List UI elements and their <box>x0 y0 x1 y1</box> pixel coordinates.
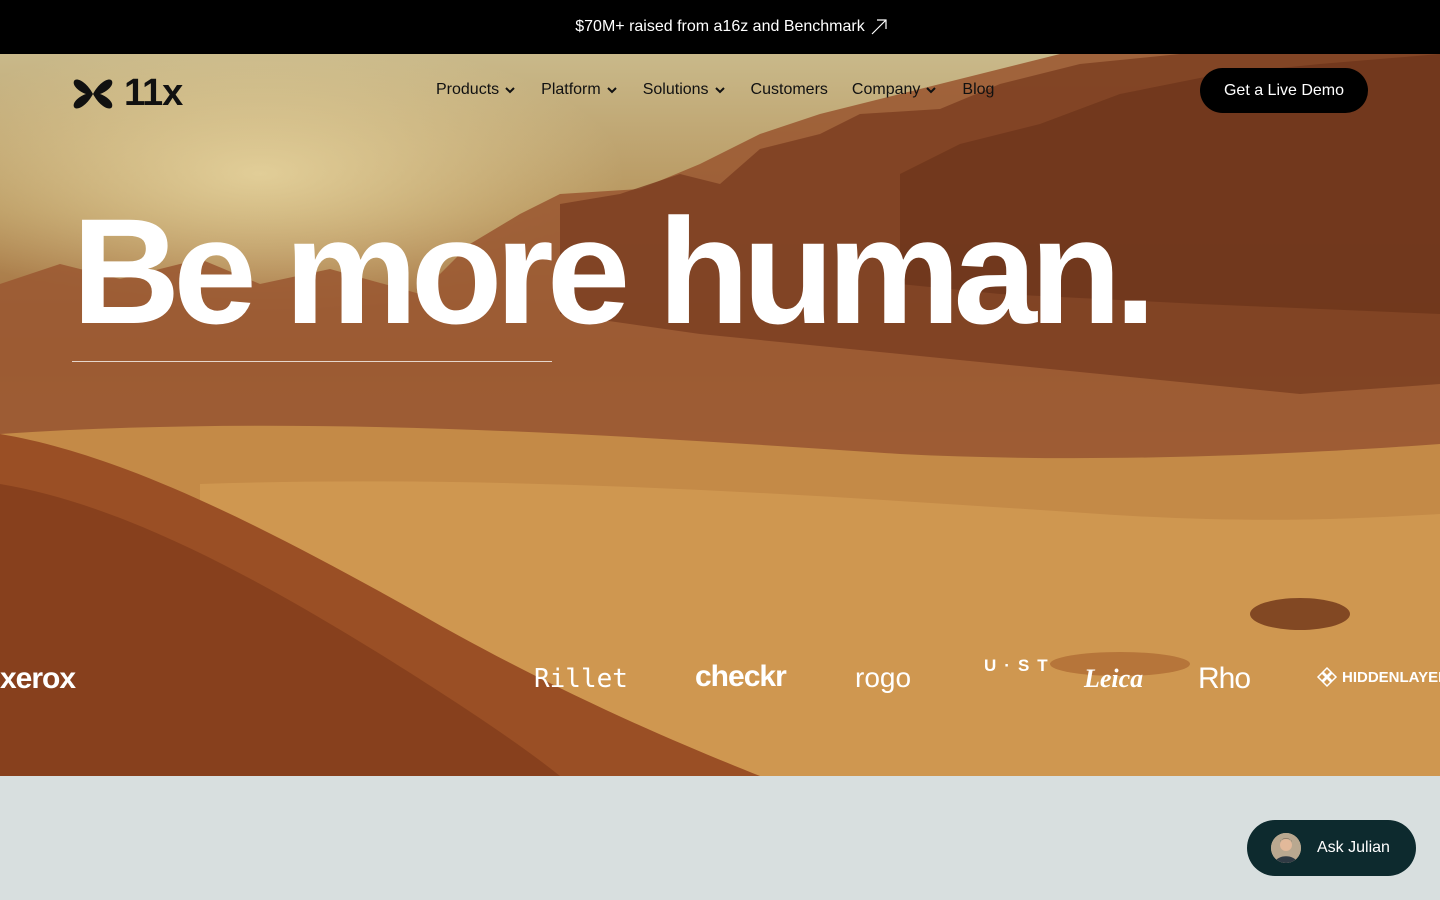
divider <box>72 361 552 362</box>
chevron-down-icon <box>607 87 617 94</box>
announcement-bar[interactable]: $70M+ raised from a16z and Benchmark <box>0 0 1440 54</box>
hero-headline: Be more human. <box>72 187 1156 355</box>
nav-blog[interactable]: Blog <box>962 81 994 99</box>
live-demo-button[interactable]: Get a Live Demo <box>1200 68 1368 113</box>
rillet-logo: Rillet <box>534 664 628 694</box>
hiddenlayer-mark-icon <box>1316 666 1338 688</box>
announcement-text[interactable]: $70M+ raised from a16z and Benchmark <box>575 18 864 36</box>
rho-logo: Rho <box>1198 662 1251 695</box>
julian-avatar <box>1271 833 1301 863</box>
hiddenlayer-wordmark: HIDDENLAYER <box>1342 668 1440 686</box>
chat-label: Ask Julian <box>1317 839 1390 856</box>
ask-julian-chat-button[interactable]: Ask Julian <box>1247 820 1416 876</box>
nav-solutions-label: Solutions <box>642 81 709 98</box>
nav-products-label: Products <box>436 81 500 98</box>
leica-logo: Leica <box>1084 664 1144 693</box>
brand-wordmark: 11x <box>124 72 183 114</box>
rogo-logo: rogo <box>855 662 912 693</box>
butterfly-logo-icon <box>73 79 113 108</box>
hiddenlayer-logo: HIDDENLAYER <box>1316 666 1440 688</box>
nav-products[interactable]: Products <box>436 81 517 99</box>
nav-customers-label: Customers <box>750 81 828 98</box>
chevron-down-icon <box>505 87 515 94</box>
ust-logo: U·ST <box>984 656 1056 675</box>
checkr-logo: checkr <box>695 660 787 693</box>
xerox-logo: xerox <box>0 662 76 695</box>
brand-logo[interactable]: 11x <box>72 72 183 115</box>
customer-logo-strip: xerox Rillet checkr rogo U·ST Leica Rho … <box>0 650 1440 706</box>
nav-customers[interactable]: Customers <box>751 81 828 99</box>
nav-company[interactable]: Company <box>852 81 938 99</box>
nav-platform-label: Platform <box>541 81 601 98</box>
chevron-down-icon <box>714 87 725 94</box>
arrow-up-right-icon[interactable] <box>869 17 889 37</box>
nav-company-label: Company <box>851 81 921 98</box>
nav-solutions[interactable]: Solutions <box>643 81 727 99</box>
chevron-down-icon <box>926 87 937 94</box>
main-nav: Products Platform Solutions Customers Co… <box>436 78 1018 102</box>
hero-section: 11x Products Platform Solutions Customer… <box>0 54 1440 776</box>
nav-platform[interactable]: Platform <box>541 81 619 99</box>
nav-blog-label: Blog <box>962 81 995 98</box>
